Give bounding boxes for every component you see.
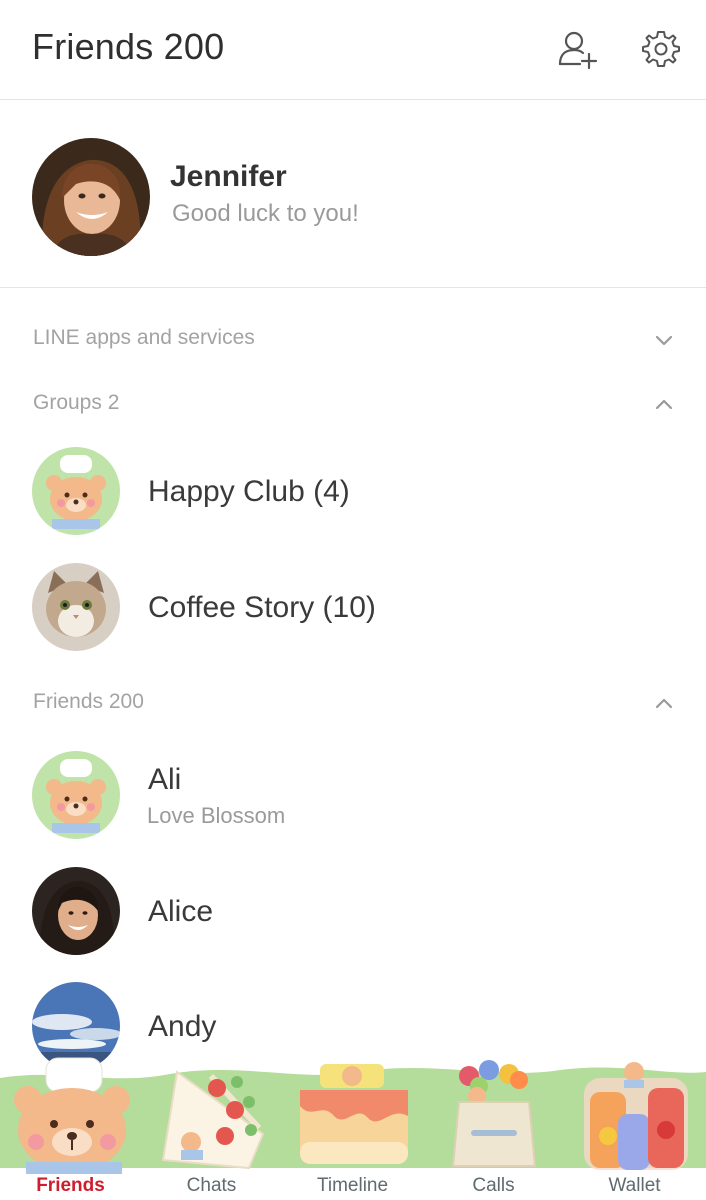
profile-status-message: Good luck to you!: [172, 200, 359, 227]
header-bar: Friends 200: [0, 0, 706, 100]
tab-label: Timeline: [316, 1175, 389, 1196]
tab-chats[interactable]: Chats: [141, 1050, 282, 1200]
group-row[interactable]: Happy Club (4): [0, 435, 706, 545]
profile-photo: [32, 138, 150, 256]
bear-chef-avatar: [32, 447, 120, 535]
section-groups[interactable]: Groups 2: [0, 379, 706, 429]
tab-timeline[interactable]: Timeline: [282, 1050, 423, 1200]
page-title: Friends 200: [32, 26, 225, 67]
bear-chef-icon: [14, 1057, 130, 1174]
tab-label: Friends: [36, 1175, 105, 1196]
tab-label: Calls: [472, 1175, 515, 1196]
chevron-up-icon[interactable]: [652, 393, 676, 417]
tab-friends[interactable]: Friends: [0, 1050, 141, 1200]
group-name: Happy Club (4): [148, 475, 350, 508]
profile-avatar[interactable]: [32, 138, 150, 256]
bear-chef-avatar: [32, 751, 120, 839]
friend-name: Ali: [148, 763, 182, 796]
flower-bag-icon: [451, 1060, 537, 1167]
profile-name: Jennifer: [170, 160, 287, 193]
friend-name: Alice: [148, 895, 214, 928]
sandwich-icon: [161, 1070, 265, 1170]
settings-button[interactable]: [638, 26, 684, 72]
chevron-up-icon[interactable]: [652, 692, 676, 716]
tab-label: Wallet: [608, 1175, 661, 1196]
group-row[interactable]: Coffee Story (10): [0, 551, 706, 661]
my-profile[interactable]: Jennifer Good luck to you!: [0, 100, 706, 288]
add-friend-icon: [558, 31, 598, 70]
tab-wallet[interactable]: Wallet: [564, 1050, 705, 1200]
tab-label: Chats: [186, 1175, 237, 1196]
friend-status-message: Love Blossom: [147, 803, 286, 828]
cake-icon: [300, 1064, 408, 1164]
group-avatar: [32, 447, 120, 535]
section-friends[interactable]: Friends 200: [0, 678, 706, 728]
section-line-services[interactable]: LINE apps and services: [0, 314, 706, 364]
bottom-tab-bar: Friends Chats Timeline Calls Wallet: [0, 1050, 706, 1200]
friend-row[interactable]: Ali Love Blossom: [0, 739, 706, 849]
section-label: Groups 2: [33, 391, 120, 414]
group-avatar: [32, 563, 120, 651]
friend-row[interactable]: Alice: [0, 855, 706, 965]
chevron-down-icon[interactable]: [652, 328, 676, 352]
friend-avatar: [32, 867, 120, 955]
section-label: LINE apps and services: [33, 326, 255, 349]
section-label: Friends 200: [33, 690, 144, 713]
add-friend-button[interactable]: [554, 26, 600, 72]
friend-avatar: [32, 751, 120, 839]
person-photo: [32, 867, 120, 955]
group-name: Coffee Story (10): [148, 591, 376, 624]
jars-icon: [584, 1062, 688, 1170]
tab-calls[interactable]: Calls: [423, 1050, 564, 1200]
friend-name: Andy: [148, 1010, 217, 1043]
gear-icon: [642, 31, 680, 67]
cat-avatar: [32, 563, 120, 651]
